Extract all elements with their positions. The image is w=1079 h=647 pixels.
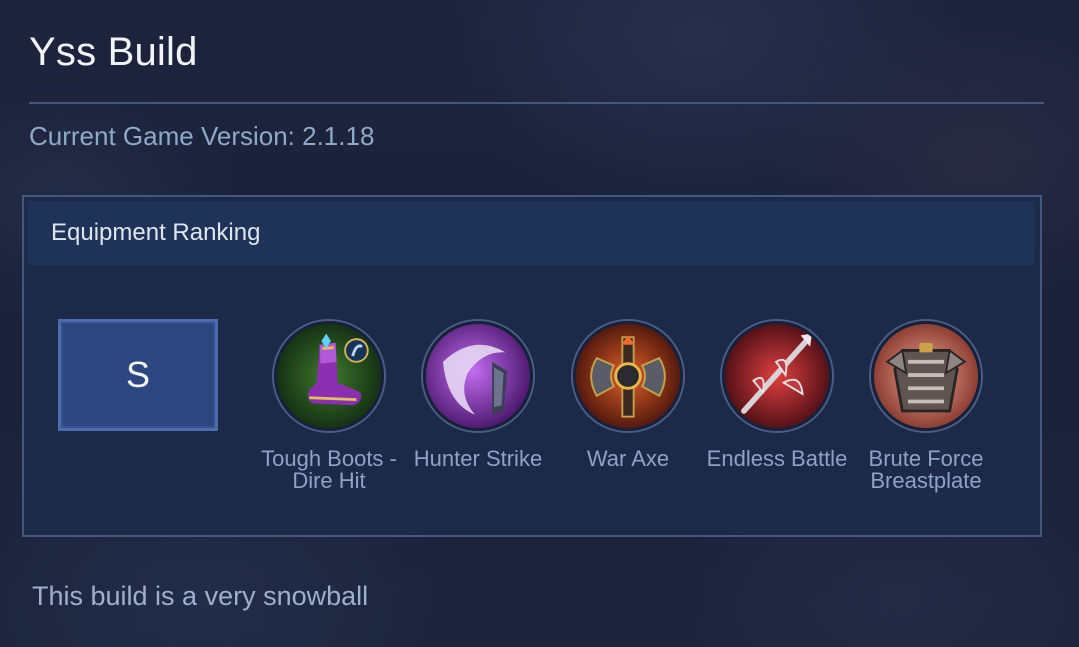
equipment-item[interactable]: War Axe: [548, 321, 708, 470]
panel-header: Equipment Ranking: [28, 201, 1034, 265]
equipment-item[interactable]: Tough Boots - Dire Hit: [249, 321, 409, 492]
panel-title: Equipment Ranking: [51, 219, 261, 246]
equipment-item[interactable]: Brute Force Breastplate: [846, 321, 1006, 492]
item-label: Hunter Strike: [413, 446, 543, 471]
brute-force-breastplate-icon: [871, 321, 981, 431]
game-version: Current Game Version: 2.1.18: [29, 121, 375, 151]
item-label: Tough Boots - Dire Hit: [261, 446, 397, 493]
item-label: War Axe: [586, 446, 670, 471]
tier-badge: S: [58, 319, 218, 431]
item-label: Brute Force Breastplate: [868, 446, 984, 493]
endless-battle-icon: [722, 321, 832, 431]
title-divider: [29, 102, 1044, 104]
build-description: This build is a very snowball: [32, 581, 369, 611]
equipment-item[interactable]: Hunter Strike: [398, 321, 558, 470]
build-page: Yss Build Current Game Version: 2.1.18 E…: [0, 0, 1079, 647]
item-label: Endless Battle: [706, 446, 848, 471]
equipment-item[interactable]: Endless Battle: [697, 321, 857, 470]
war-axe-icon: [573, 321, 683, 431]
equipment-ranking-panel: Equipment Ranking S Tough Boots - Dire H…: [22, 195, 1042, 537]
tough-boots-icon: [274, 321, 384, 431]
hunter-strike-icon: [423, 321, 533, 431]
page-title: Yss Build: [29, 30, 198, 74]
